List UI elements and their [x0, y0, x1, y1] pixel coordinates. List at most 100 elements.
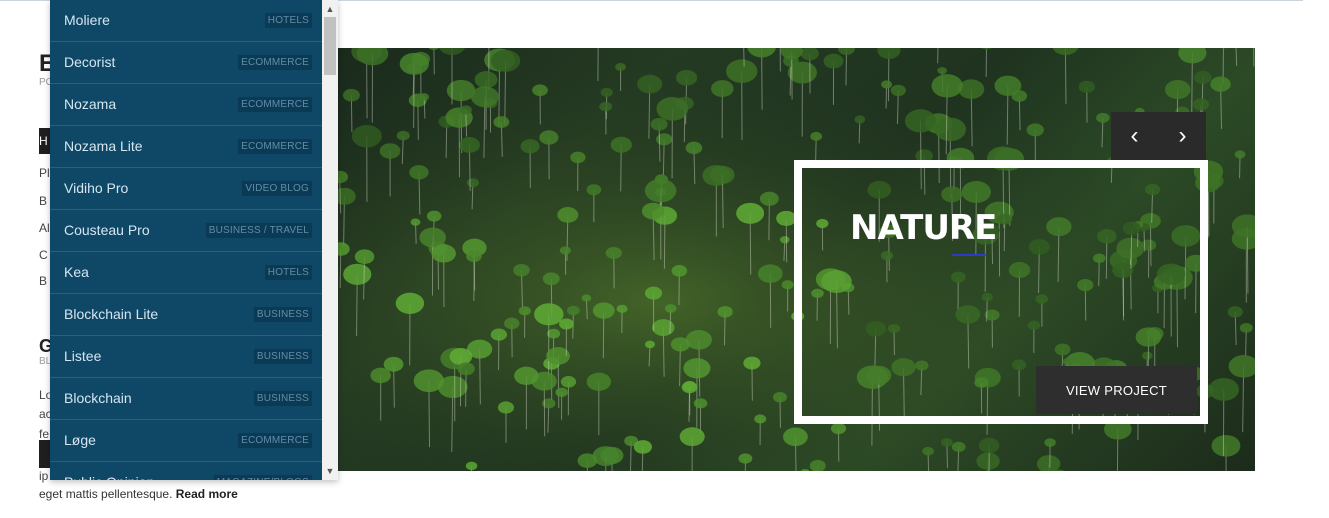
dropdown-item[interactable]: Nozama Lite ECOMMERCE [50, 126, 322, 168]
theme-category-badge: HOTELS [264, 13, 312, 28]
tree-canopy [772, 392, 787, 403]
tree-canopy [351, 124, 382, 148]
paragraph-fragment: fe [39, 427, 50, 441]
tree-canopy [379, 143, 401, 159]
tree-canopy [922, 446, 934, 456]
tree-canopy [810, 131, 823, 141]
tree-canopy [599, 101, 613, 112]
tree-canopy [410, 218, 421, 226]
tree-canopy [637, 74, 663, 94]
tree-trunk [1064, 48, 1067, 104]
dropdown-item[interactable]: Listee BUSINESS [50, 336, 322, 378]
theme-name: Listee [64, 348, 102, 364]
post-meta-fragment: PO [39, 77, 50, 88]
theme-name: Decorist [64, 54, 116, 70]
theme-category-badge: ECOMMERCE [238, 139, 312, 154]
tree-canopy [679, 427, 705, 447]
tree-canopy [1078, 80, 1095, 93]
tree-canopy [514, 366, 539, 386]
tree-canopy [644, 286, 663, 300]
tree-canopy [343, 263, 372, 285]
view-project-button[interactable]: VIEW PROJECT [1036, 366, 1197, 414]
tree-canopy [518, 306, 531, 316]
list-fragment: B [39, 194, 48, 208]
dropdown-item[interactable]: Decorist ECOMMERCE [50, 42, 322, 84]
chevron-up-icon[interactable]: ▲ [322, 2, 338, 16]
theme-name: Blockchain Lite [64, 306, 159, 322]
tree-canopy [951, 441, 966, 453]
tree-canopy [1164, 80, 1191, 100]
read-more-link[interactable]: Read more [176, 487, 238, 501]
tree-canopy [754, 414, 767, 424]
dropdown-item[interactable]: Cousteau Pro BUSINESS / TRAVEL [50, 210, 322, 252]
dropdown-item[interactable]: Blockchain Lite BUSINESS [50, 294, 322, 336]
tree-canopy [683, 358, 711, 379]
tree-canopy [652, 319, 675, 337]
tree-canopy [1194, 70, 1212, 84]
tree-canopy [395, 292, 425, 314]
tree-canopy [490, 328, 507, 341]
paragraph-fragment: ip [39, 469, 49, 483]
tree-canopy [490, 49, 521, 72]
tree-canopy [396, 130, 410, 141]
theme-name: Løge [64, 432, 96, 448]
tree-trunk [743, 48, 745, 67]
theme-name: Cousteau Pro [64, 222, 150, 238]
title-underline [952, 254, 986, 256]
theme-dropdown: Moliere HOTELS Decorist ECOMMERCE Nozama ECOM… [50, 0, 338, 480]
tree-canopy [757, 264, 783, 283]
tree-canopy [711, 80, 734, 98]
tree-canopy [542, 272, 560, 286]
dropdown-item[interactable]: Moliere HOTELS [50, 0, 322, 42]
theme-name: Blockchain [64, 390, 132, 406]
dropdown-item[interactable]: Kea HOTELS [50, 252, 322, 294]
chevron-right-icon[interactable]: › [1159, 112, 1206, 160]
tree-canopy [370, 367, 391, 384]
tree-canopy [600, 87, 613, 97]
tree-canopy [693, 398, 708, 409]
tree-canopy [881, 80, 893, 89]
theme-category-badge: BUSINESS / TRAVEL [205, 223, 312, 238]
tree-canopy [710, 165, 735, 184]
tree-canopy [685, 330, 712, 350]
tree-canopy [520, 139, 540, 154]
theme-category-badge: BUSINESS [253, 307, 312, 322]
dropdown-item[interactable]: Løge ECOMMERCE [50, 420, 322, 462]
tree-canopy [446, 79, 476, 102]
paragraph-fragment: Lo [39, 388, 50, 402]
excerpt-text: eget mattis pellentesque. [39, 487, 173, 501]
tree-canopy [534, 303, 564, 326]
tree-canopy [409, 165, 429, 180]
dropdown-scrollbar[interactable]: ▲ ▼ [322, 0, 338, 480]
theme-list: Moliere HOTELS Decorist ECOMMERCE Nozama ECOM… [50, 0, 322, 480]
tree-canopy [616, 304, 628, 313]
chevron-down-icon[interactable]: ▼ [322, 464, 338, 478]
dropdown-item[interactable]: Nozama ECOMMERCE [50, 84, 322, 126]
chevron-left-icon[interactable]: ‹ [1111, 112, 1158, 160]
project-title: NATURE [850, 208, 997, 248]
dark-tab-fragment[interactable]: H [39, 128, 50, 154]
post-title-fragment: E [39, 50, 50, 77]
theme-name: Nozama [64, 96, 117, 112]
tree-canopy [726, 59, 758, 83]
dropdown-item[interactable]: Blockchain BUSINESS [50, 378, 322, 420]
tree-canopy [559, 318, 574, 330]
tree-canopy [1208, 378, 1240, 401]
paragraph-fragment: ac [39, 407, 50, 421]
tree-canopy [1234, 150, 1246, 159]
dropdown-item[interactable]: Vidiho Pro VIDEO BLOG [50, 168, 322, 210]
tree-canopy [586, 372, 611, 391]
section-title-fragment: G [39, 336, 50, 356]
tree-canopy [615, 62, 627, 72]
tree-canopy [976, 452, 1000, 470]
dark-block-fragment [39, 440, 50, 468]
dropdown-item[interactable]: Public Opinion MAGAZINE/BLOGS [50, 462, 322, 480]
tree-canopy [555, 387, 568, 398]
tree-canopy [1026, 123, 1044, 137]
tree-canopy [466, 250, 482, 263]
list-fragment: Pl [39, 166, 50, 180]
slider-navigation: ‹ › [1111, 112, 1206, 160]
theme-category-badge: BUSINESS [253, 349, 312, 364]
scrollbar-thumb[interactable] [324, 17, 336, 75]
theme-name: Vidiho Pro [64, 180, 129, 196]
